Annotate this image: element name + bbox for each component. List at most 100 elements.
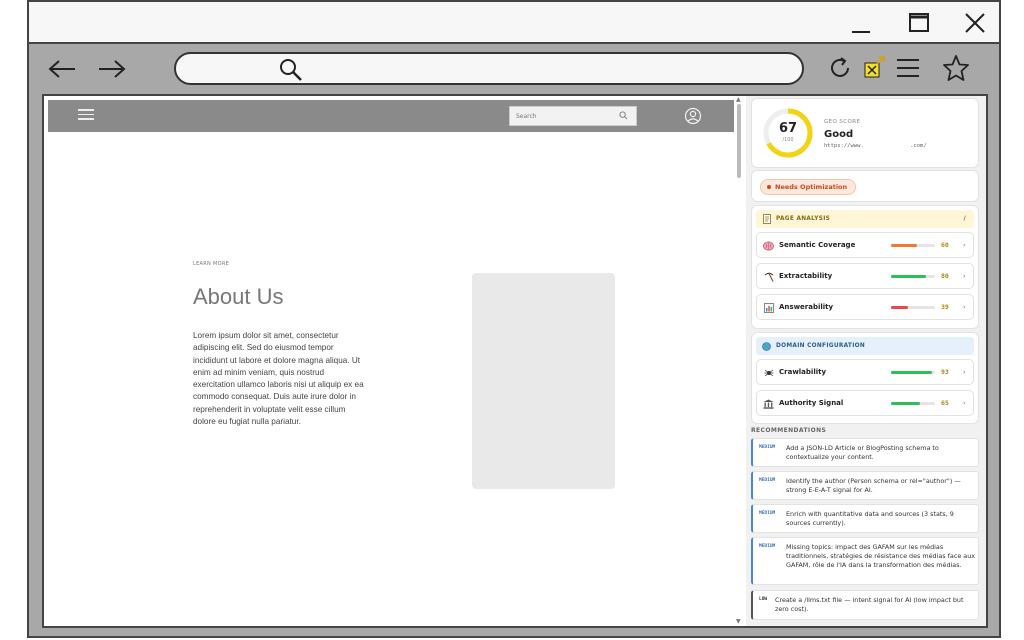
recommendation-item[interactable]: MEDIUM Missing topics: impact des GAFAM … bbox=[751, 537, 979, 585]
priority-badge: MEDIUM bbox=[759, 511, 776, 516]
browser-window: LEARN MORE About Us Lorem ipsum dolor si… bbox=[27, 0, 1001, 638]
metric-bar bbox=[891, 244, 935, 247]
metric-bar bbox=[891, 402, 935, 405]
recommendation-text: Create a /llms.txt file — intent signal … bbox=[775, 596, 964, 613]
domain-configuration-title: DOMAIN CONFIGURATION bbox=[776, 343, 866, 349]
browser-viewport: LEARN MORE About Us Lorem ipsum dolor si… bbox=[42, 94, 988, 628]
status-badge: Needs Optimization bbox=[760, 179, 857, 195]
spider-icon bbox=[763, 367, 774, 378]
pickaxe-icon bbox=[763, 271, 774, 282]
scroll-up-icon[interactable]: ▲ bbox=[736, 96, 741, 103]
chevron-right-icon: › bbox=[963, 241, 966, 249]
metric-label: Crawlability bbox=[779, 368, 827, 376]
minimize-icon[interactable] bbox=[847, 10, 875, 36]
chevron-right-icon: › bbox=[963, 303, 966, 311]
chevron-right-icon: › bbox=[963, 272, 966, 280]
metric-extractability[interactable]: Extractability 80 › bbox=[756, 263, 974, 289]
metric-bar bbox=[891, 371, 935, 374]
globe-icon bbox=[762, 341, 771, 351]
status-card: Needs Optimization bbox=[751, 170, 979, 202]
chevron-right-icon: › bbox=[963, 399, 966, 407]
metric-value: 80 bbox=[941, 272, 949, 280]
metric-authority-signal[interactable]: Authority Signal 65 › bbox=[756, 390, 974, 416]
recommendation-item[interactable]: MEDIUM Identify the author (Person schem… bbox=[751, 471, 979, 500]
metric-bar-fill bbox=[891, 371, 932, 374]
metric-semantic-coverage[interactable]: Semantic Coverage 60 › bbox=[756, 232, 974, 258]
close-icon[interactable] bbox=[961, 10, 989, 36]
learn-more-label: LEARN MORE bbox=[193, 261, 230, 267]
metric-value: 60 bbox=[941, 241, 949, 249]
brain-icon bbox=[763, 240, 774, 251]
menu-icon[interactable] bbox=[893, 53, 923, 83]
status-dot-icon bbox=[767, 185, 771, 189]
chevron-right-icon: › bbox=[963, 368, 966, 376]
metric-answerability[interactable]: Answerability 39 › bbox=[756, 294, 974, 320]
user-account-icon[interactable] bbox=[684, 107, 702, 125]
page-analysis-header[interactable]: PAGE ANALYSIS / bbox=[756, 210, 974, 228]
title-bar bbox=[29, 2, 999, 44]
scrollbar-thumb[interactable] bbox=[737, 104, 741, 178]
recommendation-text: Identify the author (Person schema or re… bbox=[786, 477, 961, 494]
priority-badge: MEDIUM bbox=[759, 445, 776, 450]
web-page: LEARN MORE About Us Lorem ipsum dolor si… bbox=[44, 96, 734, 626]
geo-score-card: 67 /100 GEO SCORE Good https://www. .com… bbox=[751, 98, 979, 168]
page-analysis-slash: / bbox=[963, 215, 966, 222]
metric-label: Extractability bbox=[779, 272, 833, 280]
document-icon bbox=[762, 214, 771, 224]
score-status: Good bbox=[824, 129, 854, 140]
metric-value: 93 bbox=[941, 368, 949, 376]
page-analysis-title: PAGE ANALYSIS bbox=[776, 216, 831, 222]
chart-icon bbox=[763, 302, 774, 313]
recommendation-text: Enrich with quantitative data and source… bbox=[786, 510, 954, 527]
metric-bar-fill bbox=[891, 275, 927, 278]
site-header bbox=[48, 100, 734, 132]
reload-icon[interactable] bbox=[825, 53, 855, 83]
analyzed-url: https://www. .com/ bbox=[824, 143, 927, 149]
about-body-text: Lorem ipsum dolor sit amet, consectetur … bbox=[193, 331, 364, 427]
back-arrow-icon[interactable] bbox=[45, 54, 79, 84]
search-icon bbox=[619, 111, 628, 120]
status-badge-label: Needs Optimization bbox=[775, 183, 848, 191]
metric-label: Semantic Coverage bbox=[779, 241, 856, 249]
page-title: About Us bbox=[193, 284, 284, 309]
domain-configuration-section: DOMAIN CONFIGURATION Crawlability 93 › A… bbox=[751, 332, 979, 424]
metric-bar-fill bbox=[891, 306, 909, 309]
site-search-box[interactable] bbox=[509, 106, 637, 126]
metric-bar bbox=[891, 275, 935, 278]
search-icon bbox=[280, 59, 302, 81]
recommendations-title: RECOMMENDATIONS bbox=[751, 427, 827, 434]
hamburger-menu-icon[interactable] bbox=[78, 109, 94, 123]
metric-bar bbox=[891, 306, 935, 309]
recommendation-item[interactable]: LOW Create a /llms.txt file — intent sig… bbox=[751, 590, 979, 620]
metric-value: 65 bbox=[941, 399, 949, 407]
priority-badge: LOW bbox=[759, 597, 768, 602]
extension-icon[interactable] bbox=[859, 53, 889, 83]
scroll-down-icon[interactable]: ▼ bbox=[736, 618, 741, 625]
score-denominator: /100 bbox=[782, 137, 794, 143]
recommendation-item[interactable]: MEDIUM Add a JSON-LD Article or BlogPost… bbox=[751, 438, 979, 467]
metric-label: Answerability bbox=[779, 303, 834, 311]
metric-crawlability[interactable]: Crawlability 93 › bbox=[756, 359, 974, 385]
page-analysis-section: PAGE ANALYSIS / Semantic Coverage 60 › E… bbox=[751, 205, 979, 329]
star-icon[interactable] bbox=[941, 53, 971, 83]
address-bar[interactable] bbox=[174, 52, 804, 85]
building-icon bbox=[763, 398, 774, 409]
domain-configuration-header[interactable]: DOMAIN CONFIGURATION bbox=[756, 337, 974, 355]
image-placeholder bbox=[472, 273, 615, 489]
score-value: 67 bbox=[778, 121, 798, 136]
recommendation-item[interactable]: MEDIUM Enrich with quantitative data and… bbox=[751, 504, 979, 533]
metric-value: 39 bbox=[941, 303, 949, 311]
metric-label: Authority Signal bbox=[779, 399, 844, 407]
geo-extension-panel: 67 /100 GEO SCORE Good https://www. .com… bbox=[746, 96, 986, 626]
score-label: GEO SCORE bbox=[824, 119, 861, 125]
recommendation-text: Missing topics: impact des GAFAM sur les… bbox=[786, 543, 976, 569]
address-input[interactable] bbox=[311, 59, 781, 79]
priority-badge: MEDIUM bbox=[759, 478, 776, 483]
forward-arrow-icon[interactable] bbox=[95, 54, 129, 84]
page-scrollbar[interactable]: ▲ ▼ bbox=[734, 96, 744, 626]
maximize-icon[interactable] bbox=[905, 10, 933, 36]
metric-bar-fill bbox=[891, 244, 918, 247]
browser-toolbar bbox=[29, 44, 999, 92]
site-search-input[interactable] bbox=[516, 110, 616, 123]
priority-badge: MEDIUM bbox=[759, 544, 776, 549]
